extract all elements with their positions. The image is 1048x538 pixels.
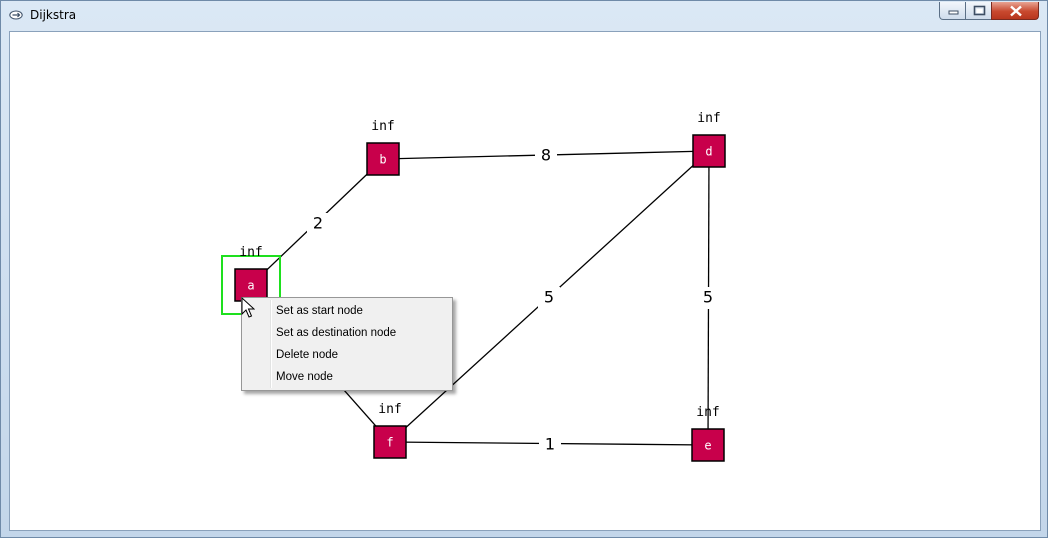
node-f-label: f xyxy=(386,436,393,450)
node-a[interactable]: a inf xyxy=(234,245,268,302)
node-a-distance: inf xyxy=(239,245,262,260)
graph-canvas[interactable]: 2 8 5 5 1 a inf b inf d inf f inf e inf xyxy=(9,31,1041,531)
window-title: Dijkstra xyxy=(30,8,77,22)
menu-item-set-destination[interactable]: Set as destination node xyxy=(244,322,450,344)
node-f-distance: inf xyxy=(378,402,401,417)
context-menu: Set as start node Set as destination nod… xyxy=(241,297,453,391)
minimize-button[interactable] xyxy=(939,2,966,20)
edge-weight-f-e: 1 xyxy=(545,435,555,454)
node-b-distance: inf xyxy=(371,119,394,134)
mouse-pointer-icon xyxy=(241,297,255,318)
maximize-button[interactable] xyxy=(965,2,992,20)
graph-view[interactable]: 2 8 5 5 1 a inf b inf d inf f inf e inf xyxy=(10,32,1040,530)
menu-item-label: Set as destination node xyxy=(276,327,397,339)
menu-item-label: Delete node xyxy=(276,349,339,361)
title-bar[interactable]: Dijkstra xyxy=(1,1,1047,31)
minimize-icon xyxy=(948,10,959,15)
menu-item-move-node[interactable]: Move node xyxy=(244,366,450,388)
close-button[interactable] xyxy=(991,2,1039,20)
node-f[interactable]: f inf xyxy=(373,402,407,459)
node-d-distance: inf xyxy=(697,111,720,126)
edge-weight-f-d: 5 xyxy=(544,288,554,307)
node-e[interactable]: e inf xyxy=(691,405,725,462)
menu-item-delete-node[interactable]: Delete node xyxy=(244,344,450,366)
edge-weight-b-d: 8 xyxy=(541,146,551,165)
edge-weight-d-e: 5 xyxy=(703,288,713,307)
menu-item-set-start[interactable]: Set as start node xyxy=(244,300,450,322)
node-d[interactable]: d inf xyxy=(692,111,726,168)
node-b[interactable]: b inf xyxy=(366,119,400,176)
app-window: Dijkstra 2 8 5 5 1 a inf b inf d inf f i… xyxy=(0,0,1048,538)
close-icon xyxy=(1010,5,1022,17)
app-icon xyxy=(9,10,23,20)
edge-weight-a-b: 2 xyxy=(313,214,323,233)
node-b-label: b xyxy=(379,153,386,167)
node-d-label: d xyxy=(705,145,712,159)
node-e-distance: inf xyxy=(696,405,719,420)
menu-item-label: Move node xyxy=(276,371,333,383)
menu-item-label: Set as start node xyxy=(276,305,363,317)
maximize-icon xyxy=(973,5,986,16)
node-e-label: e xyxy=(704,439,711,453)
node-a-label: a xyxy=(247,279,254,293)
